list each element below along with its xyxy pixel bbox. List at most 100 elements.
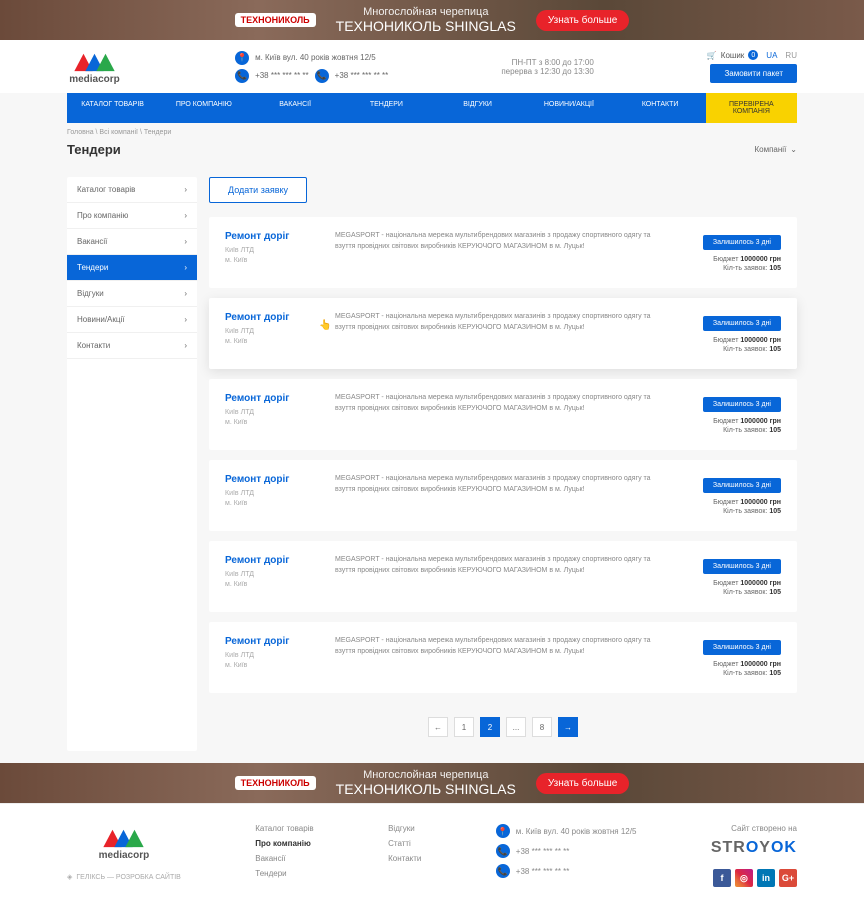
- banner-cta-button[interactable]: Узнать больше: [536, 10, 630, 31]
- days-left-badge: Залишилось 3 дні: [703, 316, 781, 331]
- footer-logo[interactable]: mediacorp: [67, 824, 181, 861]
- chevron-right-icon: ›: [184, 289, 187, 298]
- tender-title[interactable]: Ремонт доріг: [225, 474, 315, 485]
- tender-card[interactable]: Ремонт дорігКиїв ЛТДм. КиївMEGASPORT - н…: [209, 460, 797, 531]
- days-left-badge: Залишилось 3 дні: [703, 478, 781, 493]
- tender-description: MEGASPORT - національна мережа мультибре…: [335, 312, 661, 355]
- working-hours: ПН-ПТ з 8:00 до 17:00перерва з 12:30 до …: [501, 58, 593, 76]
- tender-title[interactable]: Ремонт доріг: [225, 231, 315, 242]
- footer-link[interactable]: Вакансії: [255, 854, 313, 863]
- company-select[interactable]: Компанії ⌄: [754, 145, 797, 154]
- nav-item[interactable]: НОВИНИ/АКЦІЇ: [523, 93, 614, 123]
- logo-icon: [67, 48, 122, 76]
- chevron-right-icon: ›: [184, 237, 187, 246]
- tender-title[interactable]: Ремонт доріг: [225, 393, 315, 404]
- tender-description: MEGASPORT - національна мережа мультибре…: [335, 393, 661, 436]
- days-left-badge: Залишилось 3 дні: [703, 640, 781, 655]
- phone-icon: 📞: [315, 69, 329, 83]
- nav-item[interactable]: ВІДГУКИ: [432, 93, 523, 123]
- sidebar-item[interactable]: Новини/Акції›: [67, 307, 197, 333]
- tender-card[interactable]: Ремонт дорігКиїв ЛТДм. КиївMEGASPORT - н…: [209, 217, 797, 288]
- banner-cta-button[interactable]: Узнать больше: [536, 773, 630, 794]
- nav-item[interactable]: ПРО КОМПАНІЮ: [158, 93, 249, 123]
- add-request-button[interactable]: Додати заявку: [209, 177, 307, 203]
- nav-item[interactable]: ПЕРЕВІРЕНА КОМПАНІЯ: [706, 93, 797, 123]
- chevron-right-icon: ›: [184, 211, 187, 220]
- lang-ru[interactable]: RU: [785, 51, 797, 60]
- page-number[interactable]: 1: [454, 717, 474, 737]
- banner-text: Многослойная черепица ТЕХНОНИКОЛЬ SHINGL…: [336, 6, 516, 34]
- chevron-right-icon: ›: [184, 263, 187, 272]
- sidebar-item[interactable]: Про компанію›: [67, 203, 197, 229]
- site-logo[interactable]: mediacorp: [67, 48, 122, 85]
- tender-card[interactable]: Ремонт дорігКиїв ЛТДм. КиївMEGASPORT - н…: [209, 298, 797, 369]
- next-page-button[interactable]: →: [558, 717, 578, 737]
- tender-card[interactable]: Ремонт дорігКиїв ЛТДм. КиївMEGASPORT - н…: [209, 541, 797, 612]
- location-icon: 📍: [235, 51, 249, 65]
- chevron-right-icon: ›: [184, 185, 187, 194]
- page-number[interactable]: 2: [480, 717, 500, 737]
- header-contact: 📍м. Київ вул. 40 років жовтня 12/5 📞+38 …: [235, 51, 388, 83]
- tender-description: MEGASPORT - національна мережа мультибре…: [335, 474, 661, 517]
- tender-title[interactable]: Ремонт доріг: [225, 555, 315, 566]
- sidebar-item[interactable]: Відгуки›: [67, 281, 197, 307]
- banner-sponsor-logo: ТЕХНОНИКОЛЬ: [235, 13, 316, 27]
- phone-icon: 📞: [496, 844, 510, 858]
- tender-card[interactable]: Ремонт дорігКиїв ЛТДм. КиївMEGASPORT - н…: [209, 622, 797, 693]
- linkedin-icon[interactable]: in: [757, 869, 775, 887]
- chevron-right-icon: ›: [184, 341, 187, 350]
- page-number[interactable]: 8: [532, 717, 552, 737]
- cart-link[interactable]: 🛒 Кошик 0: [707, 50, 758, 60]
- days-left-badge: Залишилось 3 дні: [703, 559, 781, 574]
- days-left-badge: Залишилось 3 дні: [703, 235, 781, 250]
- tender-title[interactable]: Ремонт доріг: [225, 636, 315, 647]
- banner-text: Многослойная черепица ТЕХНОНИКОЛЬ SHINGL…: [336, 769, 516, 797]
- pagination: ← 12... 8 →: [209, 703, 797, 751]
- footer-link[interactable]: Контакти: [388, 854, 421, 863]
- nav-item[interactable]: ТЕНДЕРИ: [341, 93, 432, 123]
- sidebar-item[interactable]: Контакти›: [67, 333, 197, 359]
- sidebar-item[interactable]: Каталог товарів›: [67, 177, 197, 203]
- page-title: Тендери: [67, 142, 121, 157]
- nav-item[interactable]: ВАКАНСІЇ: [250, 93, 341, 123]
- tender-card[interactable]: Ремонт дорігКиїв ЛТДм. КиївMEGASPORT - н…: [209, 379, 797, 450]
- footer-link[interactable]: Статті: [388, 839, 421, 848]
- main-nav: КАТАЛОГ ТОВАРІВПРО КОМПАНІЮВАКАНСІЇТЕНДЕ…: [67, 93, 797, 123]
- tender-description: MEGASPORT - національна мережа мультибре…: [335, 555, 661, 598]
- footer-link[interactable]: Відгуки: [388, 824, 421, 833]
- breadcrumb[interactable]: Головна \ Всі компанії \ Тендери: [67, 123, 797, 142]
- footer: mediacorp ◈ ГЕЛІКСЬ — РОЗРОБКА САЙТІВ Ка…: [0, 803, 864, 907]
- page-number[interactable]: ...: [506, 717, 526, 737]
- prev-page-button[interactable]: ←: [428, 717, 448, 737]
- nav-item[interactable]: КОНТАКТИ: [615, 93, 706, 123]
- lang-ua[interactable]: UA: [766, 51, 777, 60]
- google-plus-icon[interactable]: G+: [779, 869, 797, 887]
- order-package-button[interactable]: Замовити пакет: [710, 64, 797, 83]
- footer-link[interactable]: Про компанію: [255, 839, 313, 848]
- location-icon: 📍: [496, 824, 510, 838]
- logo-icon: [96, 824, 151, 852]
- top-banner: ТЕХНОНИКОЛЬ Многослойная черепица ТЕХНОН…: [0, 0, 864, 40]
- footer-link[interactable]: Тендери: [255, 869, 313, 878]
- footer-link[interactable]: Каталог товарів: [255, 824, 313, 833]
- cursor-icon: 👆: [319, 320, 331, 331]
- chevron-down-icon: ⌄: [790, 145, 797, 154]
- phone-icon: 📞: [496, 864, 510, 878]
- stroyok-logo[interactable]: STROYOK: [711, 839, 797, 857]
- sidebar-item[interactable]: Тендери›: [67, 255, 197, 281]
- phone-icon: 📞: [235, 69, 249, 83]
- sidebar-item[interactable]: Вакансії›: [67, 229, 197, 255]
- facebook-icon[interactable]: f: [713, 869, 731, 887]
- instagram-icon[interactable]: ◎: [735, 869, 753, 887]
- sidebar: Каталог товарів›Про компанію›Вакансії›Те…: [67, 177, 197, 751]
- tender-title[interactable]: Ремонт доріг: [225, 312, 315, 323]
- nav-item[interactable]: КАТАЛОГ ТОВАРІВ: [67, 93, 158, 123]
- chevron-right-icon: ›: [184, 315, 187, 324]
- days-left-badge: Залишилось 3 дні: [703, 397, 781, 412]
- tender-description: MEGASPORT - національна мережа мультибре…: [335, 231, 661, 274]
- content: Додати заявку Ремонт дорігКиїв ЛТДм. Киї…: [209, 177, 797, 751]
- header: mediacorp 📍м. Київ вул. 40 років жовтня …: [0, 40, 864, 93]
- banner-sponsor-logo: ТЕХНОНИКОЛЬ: [235, 776, 316, 790]
- tender-description: MEGASPORT - національна мережа мультибре…: [335, 636, 661, 679]
- developer-link[interactable]: ◈ ГЕЛІКСЬ — РОЗРОБКА САЙТІВ: [67, 873, 181, 881]
